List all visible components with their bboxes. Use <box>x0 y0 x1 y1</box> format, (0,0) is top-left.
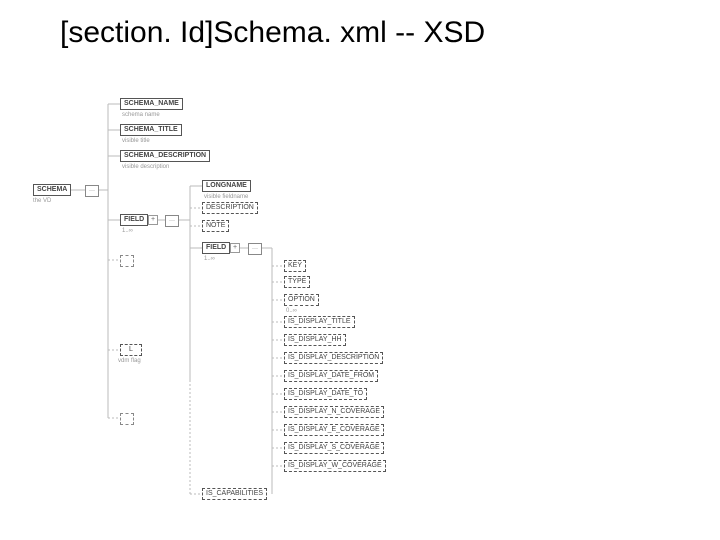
page-title: [section. Id]Schema. xml -- XSD <box>60 16 485 50</box>
node-field-1: FIELD <box>120 214 148 226</box>
node-field-2: FIELD <box>202 242 230 254</box>
node-schema-title: SCHEMA_TITLE <box>120 124 182 136</box>
caption-longname: visible fieldname <box>204 194 248 200</box>
node-option: OPTION <box>284 294 319 306</box>
caption-field-2-rep: 1..∞ <box>204 256 215 262</box>
expand-icon: + <box>148 215 158 225</box>
caption-schema: the VD <box>33 198 51 204</box>
node-type: TYPE <box>284 276 310 288</box>
expand-icon-2: + <box>230 243 240 253</box>
optional-connector-2 <box>120 413 134 425</box>
node-is-display-s-coverage: IS_DISPLAY_S_COVERAGE <box>284 442 384 454</box>
node-is-display-n-coverage: IS_DISPLAY_N_COVERAGE <box>284 406 384 418</box>
node-is-display-hh: IS_DISPLAY_HH <box>284 334 346 346</box>
node-is-display-title: IS_DISPLAY_TITLE <box>284 316 355 328</box>
node-is-display-w-coverage: IS_DISPLAY_W_COVERAGE <box>284 460 386 472</box>
node-schema-description: SCHEMA_DESCRIPTION <box>120 150 210 162</box>
node-key: KEY <box>284 260 306 272</box>
sequence-connector-3: ··· <box>248 243 262 255</box>
caption-schema-title: visible title <box>122 138 150 144</box>
caption-field-1-rep: 1..∞ <box>122 228 133 234</box>
node-schema: SCHEMA <box>33 184 71 196</box>
node-longname: LONGNAME <box>202 180 251 192</box>
node-lang: L <box>120 344 142 356</box>
node-is-capabilities: IS_CAPABILITIES <box>202 488 267 500</box>
sequence-connector-2: ··· <box>165 215 179 227</box>
optional-connector-1 <box>120 255 134 267</box>
caption-option-rep: 0..∞ <box>286 308 297 314</box>
node-is-display-e-coverage: IS_DISPLAY_E_COVERAGE <box>284 424 384 436</box>
node-is-display-description: IS_DISPLAY_DESCRIPTION <box>284 352 383 364</box>
xsd-diagram: SCHEMA the VD ··· SCHEMA_NAME schema nam… <box>30 90 690 530</box>
sequence-connector-1: ··· <box>85 185 99 197</box>
caption-lang: vdm flag <box>118 358 141 364</box>
caption-schema-description: visible description <box>122 164 169 170</box>
node-description: DESCRIPTION <box>202 202 258 214</box>
node-schema-name: SCHEMA_NAME <box>120 98 183 110</box>
node-is-display-date-to: IS_DISPLAY_DATE_TO <box>284 388 367 400</box>
caption-schema-name: schema name <box>122 112 160 118</box>
node-is-display-date-from: IS_DISPLAY_DATE_FROM <box>284 370 378 382</box>
node-note: NOTE <box>202 220 229 232</box>
